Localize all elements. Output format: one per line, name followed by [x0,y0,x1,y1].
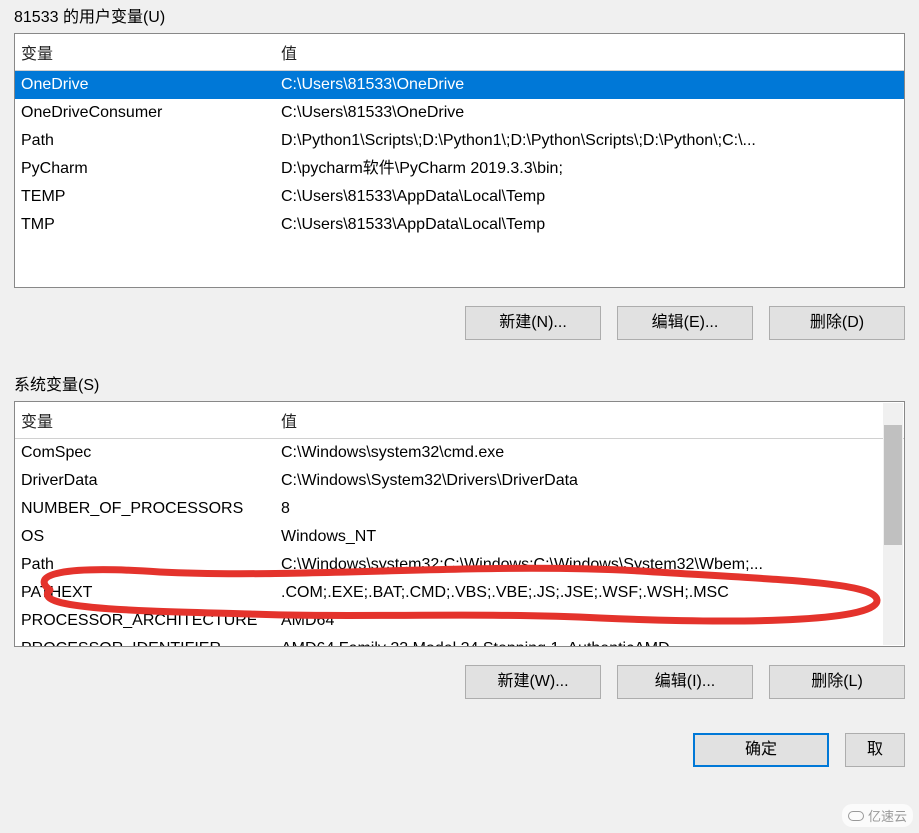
cell-variable: Path [15,551,275,579]
cell-value: 8 [275,495,884,523]
table-row[interactable]: TMPC:\Users\81533\AppData\Local\Temp [15,211,904,239]
cell-variable: TEMP [15,183,275,211]
cell-value: D:\Python1\Scripts\;D:\Python1\;D:\Pytho… [275,127,904,155]
cell-variable: OneDriveConsumer [15,99,275,127]
watermark: 亿速云 [842,804,913,827]
header-variable[interactable]: 变量 [15,402,275,438]
table-row[interactable]: TEMPC:\Users\81533\AppData\Local\Temp [15,183,904,211]
cell-variable: OneDrive [15,71,275,99]
cell-value: Windows_NT [275,523,884,551]
user-edit-button[interactable]: 编辑(E)... [617,306,753,340]
user-delete-button[interactable]: 删除(D) [769,306,905,340]
cloud-icon [848,811,864,821]
user-table-header: 变量 值 [15,34,904,71]
table-row[interactable]: OSWindows_NT [15,523,884,551]
table-row[interactable]: OneDriveC:\Users\81533\OneDrive [15,71,904,99]
header-value[interactable]: 值 [275,34,904,70]
user-vars-label: 81533 的用户变量(U) [14,0,905,33]
cell-value: C:\Users\81533\OneDrive [275,71,904,99]
ok-button[interactable]: 确定 [693,733,829,767]
table-row[interactable]: ComSpecC:\Windows\system32\cmd.exe [15,439,884,467]
cell-variable: PATHEXT [15,579,275,607]
cell-value: AMD64 [275,607,884,635]
system-vars-table[interactable]: 变量 值 ComSpecC:\Windows\system32\cmd.exeD… [14,401,905,647]
table-row[interactable]: OneDriveConsumerC:\Users\81533\OneDrive [15,99,904,127]
system-new-button[interactable]: 新建(W)... [465,665,601,699]
cell-value: C:\Windows\system32\cmd.exe [275,439,884,467]
cell-value: C:\Users\81533\AppData\Local\Temp [275,183,904,211]
table-row[interactable]: PathC:\Windows\system32;C:\Windows;C:\Wi… [15,551,884,579]
cell-variable: PyCharm [15,155,275,183]
cell-value: .COM;.EXE;.BAT;.CMD;.VBS;.VBE;.JS;.JSE;.… [275,579,884,607]
cell-variable: OS [15,523,275,551]
cell-value: C:\Windows\system32;C:\Windows;C:\Window… [275,551,884,579]
system-edit-button[interactable]: 编辑(I)... [617,665,753,699]
cell-variable: DriverData [15,467,275,495]
table-row[interactable]: NUMBER_OF_PROCESSORS8 [15,495,884,523]
cancel-button[interactable]: 取 [845,733,905,767]
table-row[interactable]: PathD:\Python1\Scripts\;D:\Python1\;D:\P… [15,127,904,155]
table-row[interactable]: DriverDataC:\Windows\System32\Drivers\Dr… [15,467,884,495]
cell-value: D:\pycharm软件\PyCharm 2019.3.3\bin; [275,155,904,183]
system-delete-button[interactable]: 删除(L) [769,665,905,699]
cell-value: C:\Users\81533\OneDrive [275,99,904,127]
table-row[interactable]: PATHEXT.COM;.EXE;.BAT;.CMD;.VBS;.VBE;.JS… [15,579,884,607]
header-variable[interactable]: 变量 [15,34,275,70]
scrollbar-thumb[interactable] [884,425,902,545]
cell-variable: NUMBER_OF_PROCESSORS [15,495,275,523]
cell-variable: TMP [15,211,275,239]
table-row[interactable]: PROCESSOR_IDENTIFIERAMD64 Family 23 Mode… [15,635,884,647]
cell-value: C:\Users\81533\AppData\Local\Temp [275,211,904,239]
cell-variable: PROCESSOR_IDENTIFIER [15,635,275,647]
header-value[interactable]: 值 [275,402,904,438]
cell-variable: Path [15,127,275,155]
user-new-button[interactable]: 新建(N)... [465,306,601,340]
system-scrollbar[interactable] [883,403,903,645]
table-row[interactable]: PyCharmD:\pycharm软件\PyCharm 2019.3.3\bin… [15,155,904,183]
user-vars-table[interactable]: 变量 值 OneDriveC:\Users\81533\OneDriveOneD… [14,33,905,288]
cell-variable: PROCESSOR_ARCHITECTURE [15,607,275,635]
cell-variable: ComSpec [15,439,275,467]
system-table-header: 变量 值 [15,402,904,439]
table-row[interactable]: PROCESSOR_ARCHITECTUREAMD64 [15,607,884,635]
cell-value: C:\Windows\System32\Drivers\DriverData [275,467,884,495]
cell-value: AMD64 Family 23 Model 24 Stepping 1, Aut… [275,635,884,647]
system-vars-label: 系统变量(S) [14,368,905,401]
